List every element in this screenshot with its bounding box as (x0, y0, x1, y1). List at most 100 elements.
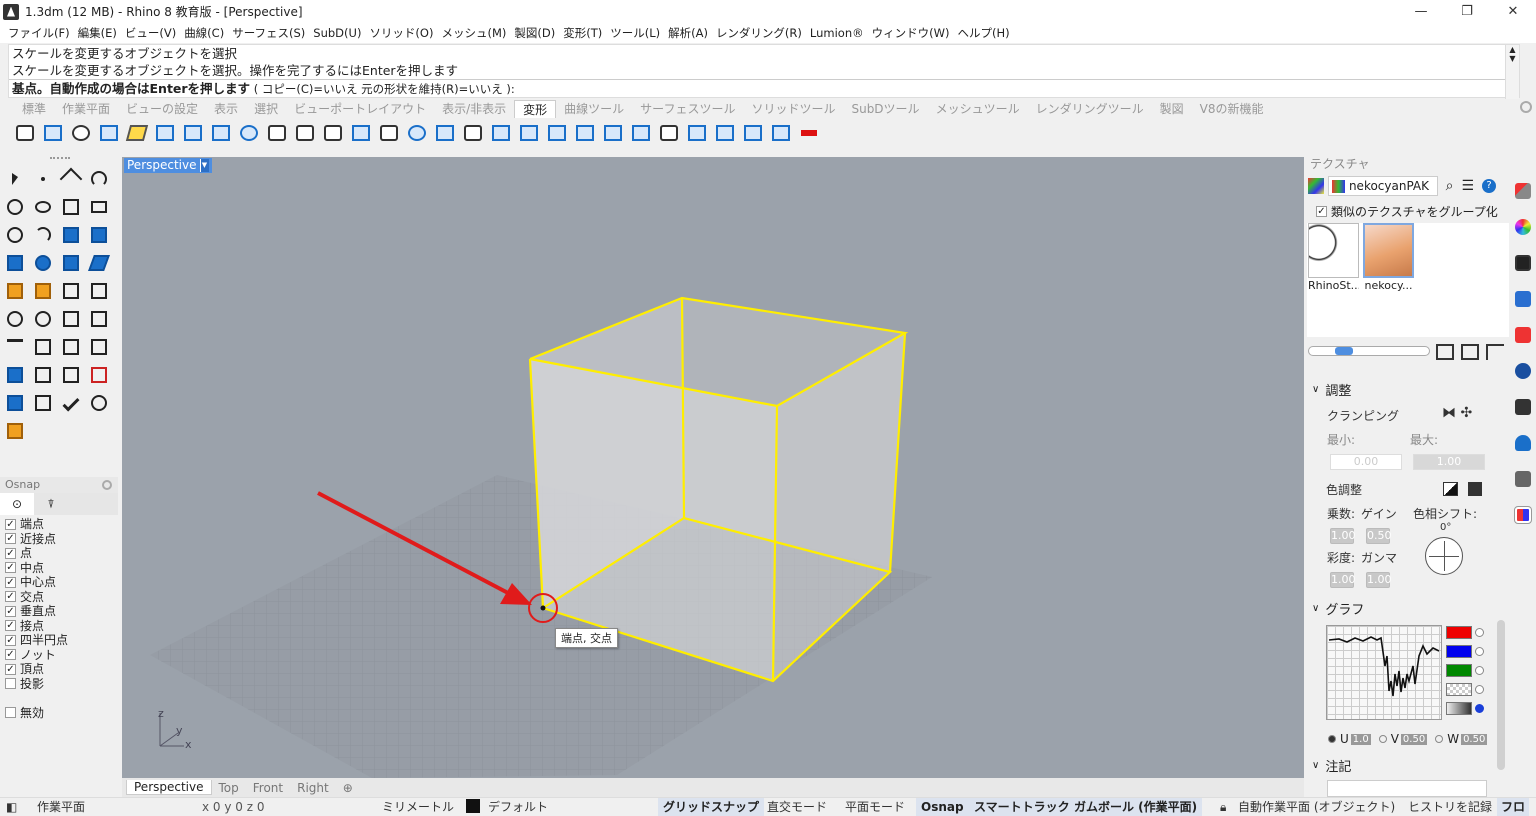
tab-curve-tools[interactable]: 曲線ツール (556, 100, 632, 117)
command-area[interactable]: スケールを変更するオブジェクトを選択 スケールを変更するオブジェクトを選択。操作… (8, 44, 1520, 99)
menu-help[interactable]: ヘルプ(H) (957, 25, 1009, 41)
set-pt-icon[interactable] (490, 122, 512, 144)
display-icon[interactable] (1515, 255, 1531, 271)
checkbox[interactable]: ✓ (5, 518, 16, 530)
osnap-item-knot[interactable]: ✓ ノット (5, 648, 115, 663)
grid-snap-toggle[interactable]: グリッドスナップ (658, 798, 765, 816)
v-value[interactable]: 0.50 (1400, 733, 1428, 745)
panel-scrollbar[interactable] (1497, 620, 1505, 770)
stretch-icon[interactable] (574, 122, 596, 144)
materials-icon[interactable] (1515, 327, 1531, 343)
checkbox[interactable]: ✓ (1316, 206, 1327, 217)
arc-icon[interactable] (32, 224, 54, 246)
trim-icon[interactable] (32, 280, 54, 302)
offset-icon[interactable] (88, 308, 110, 330)
menu-tools[interactable]: ツール(L) (610, 25, 660, 41)
rectangle-icon[interactable] (88, 196, 110, 218)
graph-section[interactable]: ∨ グラフ (1312, 599, 1364, 618)
boolean-union-icon[interactable] (4, 308, 26, 330)
radio[interactable] (1475, 628, 1484, 637)
hatch-icon[interactable] (88, 336, 110, 358)
smash-icon[interactable] (434, 122, 456, 144)
status-units[interactable]: ミリメートル (382, 798, 454, 816)
gamma-input[interactable]: 1.00 (1366, 572, 1392, 588)
min-input[interactable]: 0.00 (1330, 454, 1402, 470)
radio[interactable] (1475, 685, 1484, 694)
checkbox[interactable] (5, 707, 16, 718)
menu-transform[interactable]: 変形(T) (563, 25, 602, 41)
orient-icon[interactable] (210, 122, 232, 144)
tab-new-in-v8[interactable]: V8の新機能 (1192, 100, 1272, 117)
radio-w[interactable] (1435, 735, 1444, 743)
texture-selector[interactable]: nekocyanPAK (1327, 176, 1438, 196)
ortho-toggle[interactable]: 直交モード (767, 798, 827, 816)
menu-surface[interactable]: サーフェス(S) (232, 25, 305, 41)
command-options[interactable]: ( コピー(C)=いいえ 元の形状を維持(R)=いいえ ): (250, 82, 515, 96)
maelstrom-icon[interactable] (658, 122, 680, 144)
shear-icon[interactable] (125, 122, 149, 144)
point-icon[interactable] (32, 168, 54, 190)
tab-surface-tools[interactable]: サーフェスツール (632, 100, 743, 117)
array-icon[interactable] (378, 122, 400, 144)
apply-crv-icon[interactable] (770, 122, 792, 144)
environments-icon[interactable] (1515, 363, 1531, 379)
list-view-icon[interactable] (1461, 344, 1479, 360)
tab-standard[interactable]: 標準 (14, 100, 54, 117)
curve-graph[interactable] (1326, 625, 1442, 720)
osnap-item-vertex[interactable]: ✓ 頂点 (5, 662, 115, 677)
grid-view-icon[interactable] (1436, 344, 1454, 360)
notes-section[interactable]: ∨ 注記 (1312, 756, 1351, 775)
array-polar-icon[interactable] (238, 122, 260, 144)
mesh-array-icon[interactable] (714, 122, 736, 144)
cage-edit-icon[interactable] (546, 122, 568, 144)
sphere-icon[interactable] (32, 252, 54, 274)
analyze-icon[interactable] (32, 392, 54, 414)
u-value[interactable]: 1.0 (1350, 733, 1371, 745)
close-button[interactable]: ✕ (1490, 0, 1536, 23)
properties-icon[interactable] (1515, 183, 1531, 199)
taper-icon[interactable] (518, 122, 540, 144)
polygon-icon[interactable] (60, 196, 82, 218)
fillet-icon[interactable] (60, 308, 82, 330)
checkbox[interactable]: ✓ (5, 562, 16, 574)
flow-along-icon[interactable] (630, 122, 652, 144)
invert-icon[interactable] (1443, 482, 1458, 496)
plane-icon[interactable] (88, 252, 110, 274)
checkbox[interactable]: ✓ (5, 620, 16, 632)
circle-icon[interactable] (4, 196, 26, 218)
texture-thumb-nekocyan[interactable]: nekocy... (1363, 223, 1414, 295)
osnap-item-tan[interactable]: ✓ 接点 (5, 619, 115, 634)
select-arrow-icon[interactable] (4, 168, 26, 190)
textures-tab-icon[interactable] (1514, 506, 1532, 524)
gumball-icon[interactable] (88, 364, 110, 386)
status-layer[interactable]: デフォルト (466, 798, 548, 816)
tab-visibility[interactable]: 表示/非表示 (434, 100, 514, 117)
flow-icon[interactable] (266, 122, 288, 144)
osnap-toggle[interactable]: Osnap (916, 798, 969, 816)
grayscale-icon[interactable] (1468, 482, 1482, 496)
group-similar-option[interactable]: ✓ 類似のテクスチャをグループ化 (1316, 203, 1498, 220)
checkbox[interactable]: ✓ (5, 547, 16, 559)
menu-subd[interactable]: SubD(U) (313, 26, 361, 40)
sun-icon[interactable] (1515, 471, 1531, 487)
menu-mesh[interactable]: メッシュ(M) (441, 25, 506, 41)
checkbox[interactable]: ✓ (5, 634, 16, 646)
viewport-dropdown-icon[interactable]: ▼ (199, 159, 209, 172)
osnap-tab-filter[interactable]: ⍒ (34, 493, 68, 515)
distribute-icon[interactable] (462, 122, 484, 144)
viewport-title[interactable]: Perspective ▼ (124, 158, 212, 173)
osnap-item-quad[interactable]: ✓ 四半円点 (5, 633, 115, 648)
circle-center-icon[interactable] (4, 224, 26, 246)
texture-thumb-rhinostudio[interactable]: RhinoSt... (1308, 223, 1359, 295)
command-scrollbar[interactable]: ▲ ▼ (1505, 45, 1519, 99)
tab-solid-tools[interactable]: ソリッドツール (743, 100, 843, 117)
check-icon[interactable] (60, 392, 82, 414)
menu-file[interactable]: ファイル(F) (8, 25, 70, 41)
checkbox[interactable]: ✓ (5, 533, 16, 545)
loft-icon[interactable] (88, 224, 110, 246)
layout-icon[interactable] (60, 336, 82, 358)
surface-icon[interactable] (60, 224, 82, 246)
menu-lumion[interactable]: Lumion® (810, 26, 864, 40)
menu-dimension[interactable]: 製図(D) (514, 25, 555, 41)
tab-set-view[interactable]: ビューの設定 (118, 100, 206, 117)
